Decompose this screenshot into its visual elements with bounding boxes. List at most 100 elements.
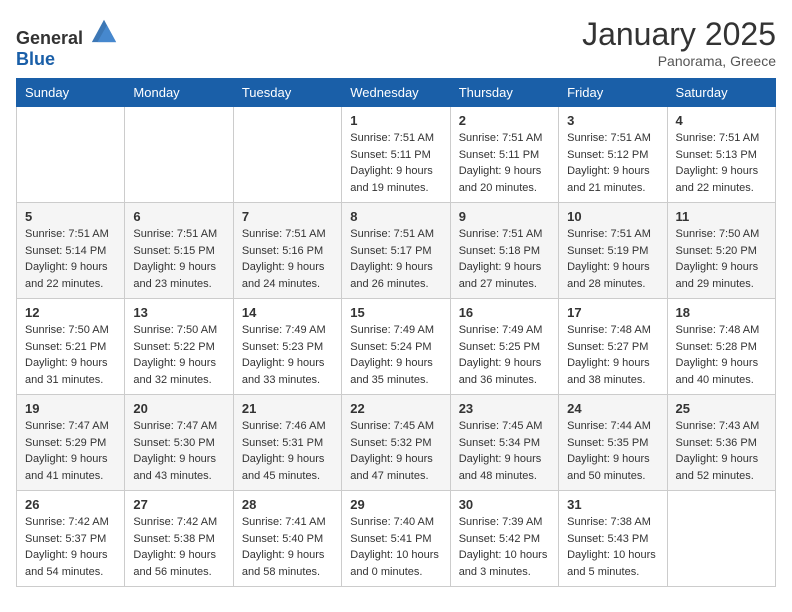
day-info: Sunrise: 7:47 AMSunset: 5:29 PMDaylight:…	[25, 418, 116, 484]
day-number: 12	[25, 305, 116, 320]
day-info: Sunrise: 7:49 AMSunset: 5:23 PMDaylight:…	[242, 322, 333, 388]
day-info: Sunrise: 7:51 AMSunset: 5:15 PMDaylight:…	[133, 226, 224, 292]
calendar-cell: 14 Sunrise: 7:49 AMSunset: 5:23 PMDayligh…	[233, 299, 341, 395]
weekday-header-tuesday: Tuesday	[233, 79, 341, 107]
day-info: Sunrise: 7:42 AMSunset: 5:38 PMDaylight:…	[133, 514, 224, 580]
calendar-cell: 16Sunrise: 7:49 AMSunset: 5:25 PMDayligh…	[450, 299, 558, 395]
calendar-cell: 18 Sunrise: 7:48 AMSunset: 5:28 PMDayligh…	[667, 299, 775, 395]
day-number: 3	[567, 113, 658, 128]
calendar-cell: 29Sunrise: 7:40 AMSunset: 5:41 PMDayligh…	[342, 491, 450, 587]
calendar-cell: 23 Sunrise: 7:45 AMSunset: 5:34 PMDayligh…	[450, 395, 558, 491]
day-number: 8	[350, 209, 441, 224]
calendar-table: SundayMondayTuesdayWednesdayThursdayFrid…	[16, 78, 776, 587]
calendar-cell: 11 Sunrise: 7:50 AMSunset: 5:20 PMDayligh…	[667, 203, 775, 299]
day-info: Sunrise: 7:51 AMSunset: 5:17 PMDaylight:…	[350, 226, 441, 292]
calendar-cell: 15Sunrise: 7:49 AMSunset: 5:24 PMDayligh…	[342, 299, 450, 395]
day-info: Sunrise: 7:45 AMSunset: 5:34 PMDaylight:…	[459, 418, 550, 484]
day-info: Sunrise: 7:51 AMSunset: 5:13 PMDaylight:…	[676, 130, 767, 196]
day-info: Sunrise: 7:43 AMSunset: 5:36 PMDaylight:…	[676, 418, 767, 484]
logo-blue: Blue	[16, 49, 55, 69]
day-info: Sunrise: 7:51 AMSunset: 5:19 PMDaylight:…	[567, 226, 658, 292]
calendar-week-row: 19 Sunrise: 7:47 AMSunset: 5:29 PMDayligh…	[17, 395, 776, 491]
calendar-cell: 12 Sunrise: 7:50 AMSunset: 5:21 PMDayligh…	[17, 299, 125, 395]
day-number: 25	[676, 401, 767, 416]
day-info: Sunrise: 7:51 AMSunset: 5:16 PMDaylight:…	[242, 226, 333, 292]
day-info: Sunrise: 7:46 AMSunset: 5:31 PMDaylight:…	[242, 418, 333, 484]
day-info: Sunrise: 7:51 AMSunset: 5:11 PMDaylight:…	[350, 130, 441, 196]
day-number: 27	[133, 497, 224, 512]
day-number: 20	[133, 401, 224, 416]
day-info: Sunrise: 7:45 AMSunset: 5:32 PMDaylight:…	[350, 418, 441, 484]
day-number: 30	[459, 497, 550, 512]
weekday-header-saturday: Saturday	[667, 79, 775, 107]
day-info: Sunrise: 7:50 AMSunset: 5:22 PMDaylight:…	[133, 322, 224, 388]
day-info: Sunrise: 7:49 AMSunset: 5:24 PMDaylight:…	[350, 322, 441, 388]
calendar-cell: 30 Sunrise: 7:39 AMSunset: 5:42 PMDayligh…	[450, 491, 558, 587]
logo-general: General	[16, 28, 83, 48]
weekday-header-thursday: Thursday	[450, 79, 558, 107]
day-number: 23	[459, 401, 550, 416]
calendar-week-row: 12 Sunrise: 7:50 AMSunset: 5:21 PMDayligh…	[17, 299, 776, 395]
day-info: Sunrise: 7:51 AMSunset: 5:14 PMDaylight:…	[25, 226, 116, 292]
calendar-cell: 6 Sunrise: 7:51 AMSunset: 5:15 PMDaylight…	[125, 203, 233, 299]
calendar-cell: 2 Sunrise: 7:51 AMSunset: 5:11 PMDaylight…	[450, 107, 558, 203]
day-number: 6	[133, 209, 224, 224]
day-number: 29	[350, 497, 441, 512]
logo-icon	[90, 16, 118, 44]
calendar-cell: 21 Sunrise: 7:46 AMSunset: 5:31 PMDayligh…	[233, 395, 341, 491]
day-number: 5	[25, 209, 116, 224]
calendar-week-row: 26 Sunrise: 7:42 AMSunset: 5:37 PMDayligh…	[17, 491, 776, 587]
day-info: Sunrise: 7:51 AMSunset: 5:11 PMDaylight:…	[459, 130, 550, 196]
day-info: Sunrise: 7:44 AMSunset: 5:35 PMDaylight:…	[567, 418, 658, 484]
day-number: 14	[242, 305, 333, 320]
day-number: 4	[676, 113, 767, 128]
calendar-cell	[667, 491, 775, 587]
day-info: Sunrise: 7:39 AMSunset: 5:42 PMDaylight:…	[459, 514, 550, 580]
weekday-header-sunday: Sunday	[17, 79, 125, 107]
day-info: Sunrise: 7:48 AMSunset: 5:27 PMDaylight:…	[567, 322, 658, 388]
calendar-cell: 1 Sunrise: 7:51 AMSunset: 5:11 PMDaylight…	[342, 107, 450, 203]
calendar-cell: 27 Sunrise: 7:42 AMSunset: 5:38 PMDayligh…	[125, 491, 233, 587]
calendar-cell: 4 Sunrise: 7:51 AMSunset: 5:13 PMDaylight…	[667, 107, 775, 203]
page-header: General Blue January 2025 Panorama, Gree…	[16, 16, 776, 70]
day-info: Sunrise: 7:47 AMSunset: 5:30 PMDaylight:…	[133, 418, 224, 484]
day-info: Sunrise: 7:42 AMSunset: 5:37 PMDaylight:…	[25, 514, 116, 580]
day-number: 26	[25, 497, 116, 512]
weekday-header-wednesday: Wednesday	[342, 79, 450, 107]
day-number: 11	[676, 209, 767, 224]
day-number: 28	[242, 497, 333, 512]
calendar-cell: 13 Sunrise: 7:50 AMSunset: 5:22 PMDayligh…	[125, 299, 233, 395]
calendar-cell: 22Sunrise: 7:45 AMSunset: 5:32 PMDayligh…	[342, 395, 450, 491]
weekday-header-row: SundayMondayTuesdayWednesdayThursdayFrid…	[17, 79, 776, 107]
day-number: 10	[567, 209, 658, 224]
day-info: Sunrise: 7:38 AMSunset: 5:43 PMDaylight:…	[567, 514, 658, 580]
day-number: 16	[459, 305, 550, 320]
day-number: 2	[459, 113, 550, 128]
calendar-cell: 5 Sunrise: 7:51 AMSunset: 5:14 PMDaylight…	[17, 203, 125, 299]
logo: General Blue	[16, 16, 118, 70]
day-number: 7	[242, 209, 333, 224]
day-number: 13	[133, 305, 224, 320]
day-number: 31	[567, 497, 658, 512]
calendar-cell: 7 Sunrise: 7:51 AMSunset: 5:16 PMDaylight…	[233, 203, 341, 299]
day-number: 1	[350, 113, 441, 128]
calendar-week-row: 5 Sunrise: 7:51 AMSunset: 5:14 PMDaylight…	[17, 203, 776, 299]
day-info: Sunrise: 7:50 AMSunset: 5:20 PMDaylight:…	[676, 226, 767, 292]
day-number: 18	[676, 305, 767, 320]
day-info: Sunrise: 7:50 AMSunset: 5:21 PMDaylight:…	[25, 322, 116, 388]
calendar-cell: 24 Sunrise: 7:44 AMSunset: 5:35 PMDayligh…	[559, 395, 667, 491]
day-info: Sunrise: 7:48 AMSunset: 5:28 PMDaylight:…	[676, 322, 767, 388]
calendar-cell: 20 Sunrise: 7:47 AMSunset: 5:30 PMDayligh…	[125, 395, 233, 491]
calendar-cell: 19 Sunrise: 7:47 AMSunset: 5:29 PMDayligh…	[17, 395, 125, 491]
calendar-cell	[125, 107, 233, 203]
calendar-cell: 26 Sunrise: 7:42 AMSunset: 5:37 PMDayligh…	[17, 491, 125, 587]
location: Panorama, Greece	[582, 53, 776, 69]
day-number: 24	[567, 401, 658, 416]
calendar-cell: 17Sunrise: 7:48 AMSunset: 5:27 PMDayligh…	[559, 299, 667, 395]
day-number: 21	[242, 401, 333, 416]
calendar-cell	[17, 107, 125, 203]
day-number: 9	[459, 209, 550, 224]
calendar-cell: 25 Sunrise: 7:43 AMSunset: 5:36 PMDayligh…	[667, 395, 775, 491]
day-number: 19	[25, 401, 116, 416]
day-info: Sunrise: 7:51 AMSunset: 5:12 PMDaylight:…	[567, 130, 658, 196]
